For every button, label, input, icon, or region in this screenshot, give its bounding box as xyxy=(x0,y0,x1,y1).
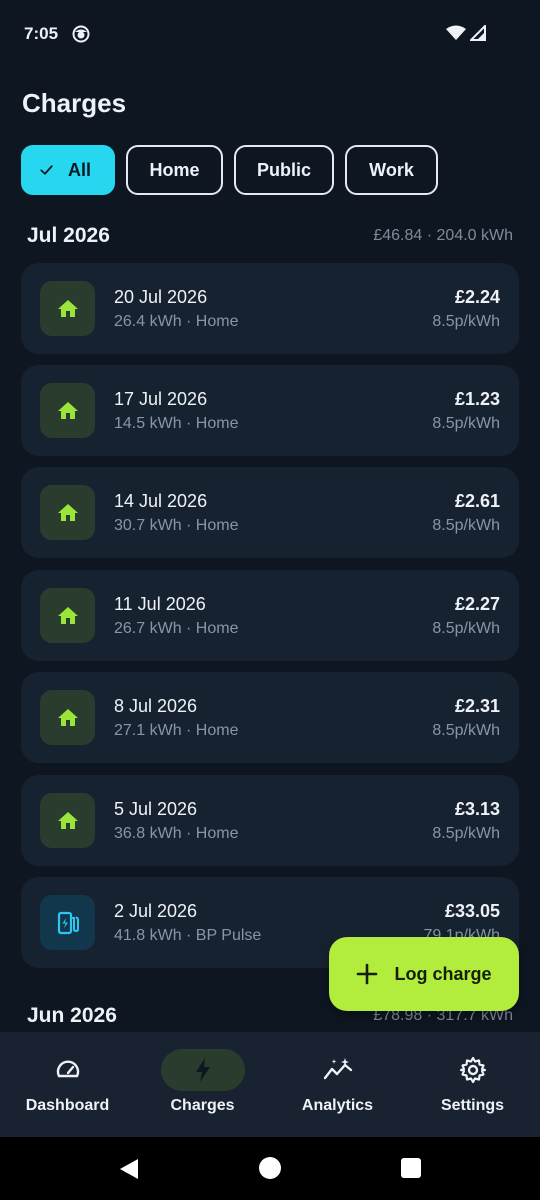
charge-card[interactable]: 8 Jul 2026 27.1 kWh · Home £2.31 8.5p/kW… xyxy=(21,672,519,763)
nav-item-dashboard[interactable]: Dashboard xyxy=(0,1032,135,1137)
charge-cost: £2.61 xyxy=(454,491,500,511)
nav-label: Dashboard xyxy=(25,1097,110,1114)
speedometer-icon xyxy=(26,1049,110,1091)
home-icon xyxy=(40,281,95,336)
filter-chip-label: Home xyxy=(149,159,200,180)
ev-station-icon xyxy=(40,895,95,950)
charge-cost: £2.24 xyxy=(454,287,500,307)
app-notification-icon xyxy=(72,25,90,43)
charge-card[interactable]: 5 Jul 2026 36.8 kWh · Home £3.13 8.5p/kW… xyxy=(21,775,519,866)
analytics-icon xyxy=(296,1049,380,1091)
filter-chip-all[interactable]: All xyxy=(21,145,115,195)
status-bar: 7:05 xyxy=(0,0,540,66)
nav-label: Analytics xyxy=(301,1097,374,1114)
charge-cost: £2.31 xyxy=(454,696,500,716)
home-circle-icon[interactable] xyxy=(259,1157,281,1179)
home-icon xyxy=(40,588,95,643)
nav-label: Charges xyxy=(170,1097,235,1114)
charge-rate: 8.5p/kWh xyxy=(432,415,500,432)
status-time: 7:05 xyxy=(24,24,59,43)
log-charge-label: Log charge xyxy=(394,963,492,984)
filter-chip-label: All xyxy=(67,159,91,180)
charge-details: 14.5 kWh · Home xyxy=(114,415,239,432)
status-indicators xyxy=(446,25,486,41)
home-icon xyxy=(40,383,95,438)
charge-rate: 8.5p/kWh xyxy=(432,825,500,842)
cell-signal-icon xyxy=(470,25,486,41)
filter-chips: All Home Public Work xyxy=(21,145,438,195)
charge-rate: 8.5p/kWh xyxy=(432,517,500,534)
system-navigation-bar xyxy=(0,1137,540,1200)
month-header: Jul 2026 £46.84 · 204.0 kWh xyxy=(27,224,513,248)
charge-details: 26.4 kWh · Home xyxy=(114,313,239,330)
log-charge-button[interactable]: Log charge xyxy=(329,937,519,1011)
nav-item-settings[interactable]: Settings xyxy=(405,1032,540,1137)
home-icon xyxy=(40,690,95,745)
charge-date: 8 Jul 2026 xyxy=(114,696,198,716)
filter-chip-work[interactable]: Work xyxy=(345,145,438,195)
charge-date: 11 Jul 2026 xyxy=(114,594,206,614)
charge-rate: 8.5p/kWh xyxy=(432,620,500,637)
charge-date: 20 Jul 2026 xyxy=(114,287,208,307)
page-title: Charges xyxy=(22,88,127,118)
charge-rate: 8.5p/kWh xyxy=(432,722,500,739)
nav-item-charges[interactable]: Charges xyxy=(135,1032,270,1137)
month-label: Jun 2026 xyxy=(27,1004,117,1027)
charge-cost: £3.13 xyxy=(454,799,500,819)
month-summary: £46.84 · 204.0 kWh xyxy=(373,227,513,244)
filter-chip-home[interactable]: Home xyxy=(126,145,223,195)
charge-date: 5 Jul 2026 xyxy=(114,799,198,819)
filter-chip-label: Work xyxy=(369,159,414,180)
check-icon xyxy=(40,165,53,175)
home-icon xyxy=(40,793,95,848)
wifi-icon xyxy=(446,25,466,40)
charge-details: 36.8 kWh · Home xyxy=(114,825,239,842)
month-label: Jul 2026 xyxy=(27,224,110,247)
back-icon[interactable] xyxy=(118,1157,140,1181)
charge-details: 41.8 kWh · BP Pulse xyxy=(114,927,262,944)
filter-chip-label: Public xyxy=(256,159,311,180)
gear-icon xyxy=(431,1049,515,1091)
charge-rate: 8.5p/kWh xyxy=(432,313,500,330)
charge-cost: £1.23 xyxy=(454,389,500,409)
charge-card[interactable]: 20 Jul 2026 26.4 kWh · Home £2.24 8.5p/k… xyxy=(21,263,519,354)
nav-label: Settings xyxy=(440,1097,505,1114)
charge-details: 27.1 kWh · Home xyxy=(114,722,239,739)
charge-cost: £2.27 xyxy=(454,594,500,614)
charge-date: 17 Jul 2026 xyxy=(114,389,208,409)
charge-card[interactable]: 17 Jul 2026 14.5 kWh · Home £1.23 8.5p/k… xyxy=(21,365,519,456)
home-icon xyxy=(40,485,95,540)
charge-card[interactable]: 11 Jul 2026 26.7 kWh · Home £2.27 8.5p/k… xyxy=(21,570,519,661)
recents-icon[interactable] xyxy=(401,1158,421,1178)
nav-item-analytics[interactable]: Analytics xyxy=(270,1032,405,1137)
charge-details: 26.7 kWh · Home xyxy=(114,620,239,637)
bottom-navigation: Dashboard Charges Analytics Settings xyxy=(0,1032,540,1137)
charge-date: 2 Jul 2026 xyxy=(114,901,198,921)
charge-date: 14 Jul 2026 xyxy=(114,491,208,511)
bolt-icon xyxy=(160,1049,245,1091)
filter-chip-public[interactable]: Public xyxy=(234,145,334,195)
charge-card[interactable]: 14 Jul 2026 30.7 kWh · Home £2.61 8.5p/k… xyxy=(21,467,519,558)
charge-cost: £33.05 xyxy=(444,901,500,921)
plus-icon xyxy=(357,963,378,985)
charge-details: 30.7 kWh · Home xyxy=(114,517,239,534)
